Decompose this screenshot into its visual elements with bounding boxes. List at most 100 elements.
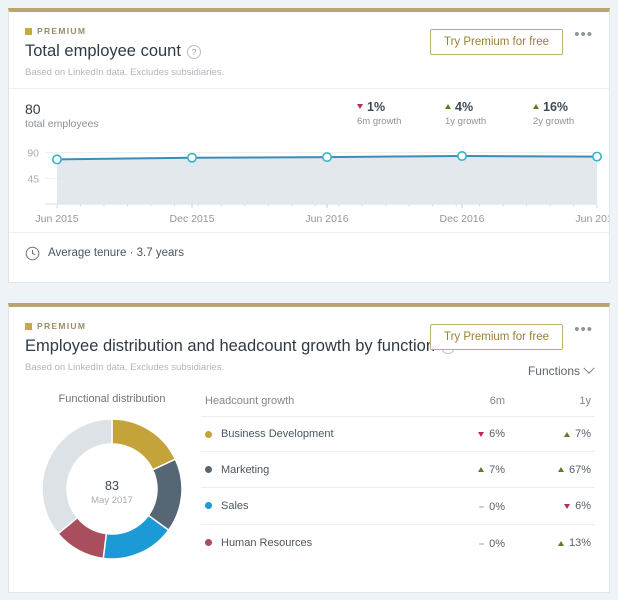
card-total-employee-count: PREMIUM Total employee count ? Based on … bbox=[8, 8, 618, 283]
growth-2y-value-row: 16% bbox=[533, 100, 595, 114]
arrow-up-icon bbox=[533, 104, 539, 110]
legend-dot-icon bbox=[205, 502, 212, 510]
card-header: PREMIUM Employee distribution and headco… bbox=[9, 307, 609, 383]
functions-dropdown[interactable]: Functions bbox=[527, 362, 595, 378]
growth-2y-label: 2y growth bbox=[533, 115, 575, 127]
premium-label: PREMIUM bbox=[37, 26, 87, 36]
cell-6m-growth: 6% bbox=[417, 415, 509, 452]
flat-icon bbox=[479, 505, 485, 508]
svg-text:Jun 2017: Jun 2017 bbox=[575, 213, 609, 225]
table-row[interactable]: Business Development 6% 7% bbox=[201, 415, 595, 452]
average-tenure-text: Average tenure · 3.7 years bbox=[48, 247, 184, 260]
try-premium-button[interactable]: Try Premium for free bbox=[429, 324, 563, 350]
distribution-body: Functional distribution 83 May 2017 Headc… bbox=[9, 383, 609, 572]
employee-stats-band: 80 total employees 1% 6m growth 4% 1y gr… bbox=[9, 87, 609, 132]
premium-square-icon bbox=[25, 322, 32, 330]
flat-icon bbox=[479, 542, 485, 545]
growth-1y-label: 1y growth bbox=[445, 115, 487, 127]
svg-text:May 2017: May 2017 bbox=[91, 495, 133, 506]
functions-dropdown-label: Functions bbox=[527, 364, 580, 378]
cell-1y-growth: 6% bbox=[509, 486, 595, 525]
card-subtitle: Based on LinkedIn data. Excludes subsidi… bbox=[25, 361, 225, 373]
headcount-growth-table: Headcount growth 6m 1y Business Developm… bbox=[201, 387, 595, 572]
arrow-up-icon bbox=[557, 467, 564, 473]
arrow-up-icon bbox=[564, 431, 571, 437]
table-row[interactable]: Sales 0% 6% bbox=[201, 486, 595, 525]
employee-count-line-chart: 45 90 Jun 2015 Dec 2015 Jun 2016 Dec 2016 Jun … bbox=[9, 132, 618, 232]
table-row[interactable]: Marketing 7% 67% bbox=[201, 451, 595, 488]
svg-text:45: 45 bbox=[27, 173, 39, 185]
clock-icon bbox=[25, 246, 40, 261]
growth-6m-value: 1% bbox=[367, 99, 386, 114]
svg-text:Dec 2016: Dec 2016 bbox=[440, 213, 485, 225]
card-employee-distribution: PREMIUM Employee distribution and headco… bbox=[8, 303, 610, 593]
cell-6m-growth: 0% bbox=[417, 523, 509, 561]
cell-function: Marketing bbox=[201, 451, 417, 488]
svg-text:83: 83 bbox=[105, 479, 119, 493]
growth-1y-value-row: 4% bbox=[445, 100, 507, 114]
table-header-row: Headcount growth 6m 1y bbox=[201, 393, 595, 417]
function-name: Human Resources bbox=[221, 536, 313, 549]
function-name: Business Development bbox=[221, 428, 334, 441]
card-subtitle: Based on LinkedIn data. Excludes subsidi… bbox=[25, 66, 225, 78]
column-header-6m: 6m bbox=[489, 394, 505, 407]
legend-dot-icon bbox=[205, 466, 212, 474]
svg-text:90: 90 bbox=[27, 147, 39, 159]
growth-6m-label: 6m growth bbox=[357, 115, 402, 127]
value-1y: 7% bbox=[575, 428, 591, 441]
info-icon[interactable]: ? bbox=[186, 44, 201, 59]
cell-function: Business Development bbox=[201, 415, 417, 452]
chevron-down-icon bbox=[583, 362, 595, 374]
premium-square-icon bbox=[25, 27, 32, 35]
card-title-text: Total employee count bbox=[25, 42, 181, 60]
arrow-down-icon bbox=[564, 503, 571, 509]
average-tenure-row: Average tenure · 3.7 years bbox=[9, 231, 609, 274]
arrow-down-icon bbox=[478, 431, 485, 437]
more-options-icon[interactable]: ••• bbox=[574, 322, 593, 337]
growth-stat-1y: 4% 1y growth bbox=[445, 100, 507, 127]
card-header: PREMIUM Total employee count ? Based on … bbox=[9, 12, 609, 88]
line-chart-svg: 45 90 Jun 2015 Dec 2015 Jun 2016 Dec 2016 Jun … bbox=[27, 147, 618, 225]
donut-chart-title: Functional distribution bbox=[58, 392, 166, 405]
growth-6m-value-row: 1% bbox=[357, 100, 419, 114]
cell-6m-growth: 7% bbox=[417, 451, 509, 488]
table-row[interactable]: Human Resources 0% 13% bbox=[201, 523, 595, 561]
more-options-icon[interactable]: ••• bbox=[574, 27, 593, 42]
growth-1y-value: 4% bbox=[455, 99, 474, 114]
table-body: Business Development 6% 7% Marketing 7% 67% Sa… bbox=[201, 415, 595, 561]
cell-6m-growth: 0% bbox=[417, 486, 509, 525]
value-1y: 13% bbox=[568, 537, 591, 550]
analytics-page: PREMIUM Total employee count ? Based on … bbox=[0, 0, 618, 600]
legend-dot-icon bbox=[205, 430, 212, 438]
value-6m: 6% bbox=[489, 428, 505, 441]
column-header-1y: 1y bbox=[579, 394, 591, 407]
cell-1y-growth: 13% bbox=[509, 523, 595, 561]
donut-chart-column: Functional distribution 83 May 2017 bbox=[23, 387, 201, 572]
value-6m: 0% bbox=[489, 500, 505, 513]
svg-text:Jun 2015: Jun 2015 bbox=[35, 213, 78, 225]
growth-2y-value: 16% bbox=[543, 99, 569, 114]
function-name: Sales bbox=[221, 499, 249, 512]
function-name: Marketing bbox=[221, 463, 270, 476]
growth-stat-6m: 1% 6m growth bbox=[357, 100, 419, 127]
growth-stats-group: 1% 6m growth 4% 1y growth 16% 2y growth bbox=[357, 100, 595, 127]
arrow-up-icon bbox=[478, 467, 485, 473]
arrow-up-icon bbox=[557, 540, 564, 546]
legend-dot-icon bbox=[205, 539, 212, 547]
cell-1y-growth: 67% bbox=[509, 451, 595, 488]
cell-function: Human Resources bbox=[201, 523, 417, 561]
svg-text:Dec 2015: Dec 2015 bbox=[170, 213, 215, 225]
cell-function: Sales bbox=[201, 486, 417, 525]
card-title-text: Employee distribution and headcount grow… bbox=[25, 337, 436, 355]
value-1y: 67% bbox=[568, 463, 591, 476]
column-header-function: Headcount growth bbox=[205, 394, 295, 407]
arrow-up-icon bbox=[445, 104, 451, 110]
try-premium-button[interactable]: Try Premium for free bbox=[429, 29, 563, 55]
arrow-down-icon bbox=[357, 104, 363, 110]
value-6m: 0% bbox=[489, 537, 505, 550]
premium-label: PREMIUM bbox=[37, 321, 87, 331]
value-1y: 6% bbox=[575, 500, 591, 513]
value-6m: 7% bbox=[489, 463, 505, 476]
donut-chart-svg: 83 May 2017 bbox=[41, 418, 183, 560]
growth-stat-2y: 16% 2y growth bbox=[533, 100, 595, 127]
